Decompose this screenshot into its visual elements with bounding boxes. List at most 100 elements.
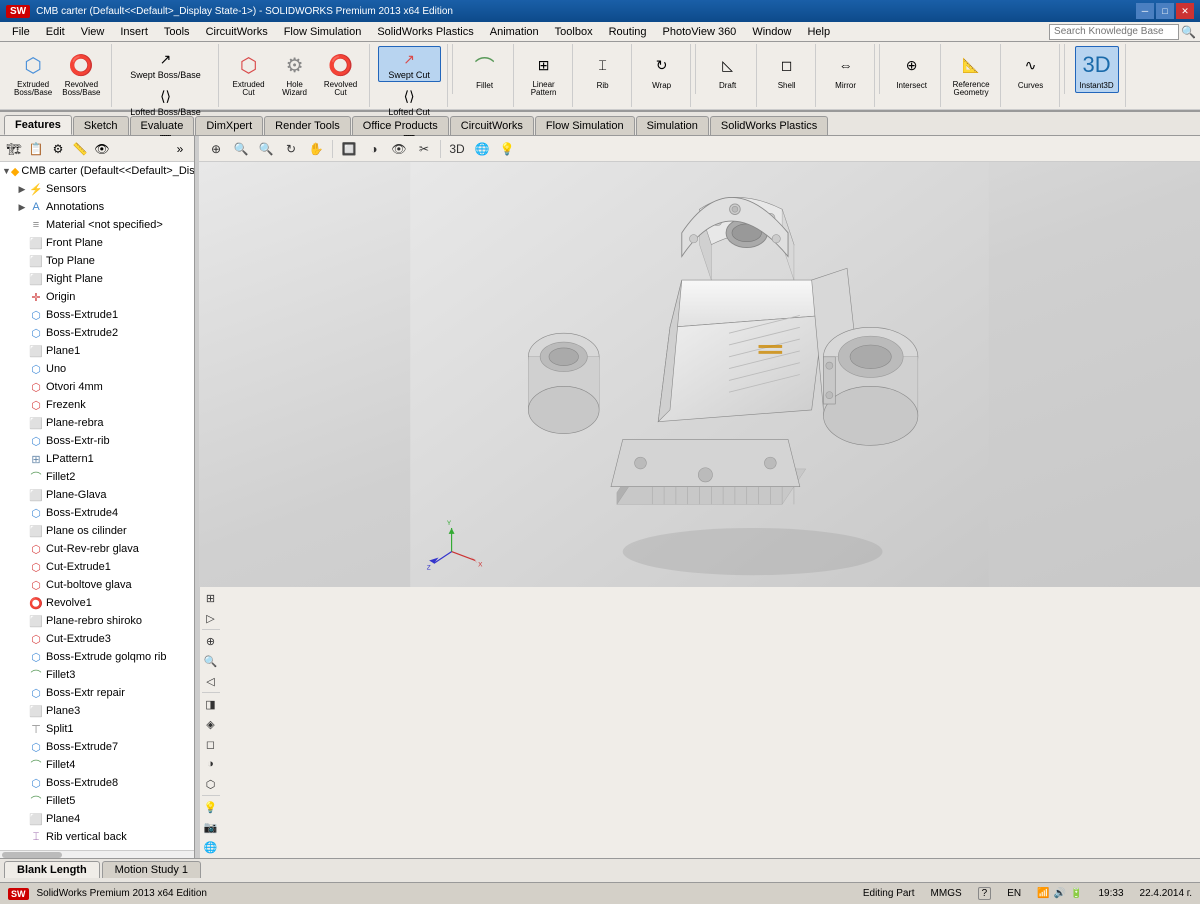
tab-flow-simulation[interactable]: Flow Simulation bbox=[535, 116, 635, 135]
property-manager-icon[interactable]: 📋 bbox=[26, 139, 46, 159]
expand-panel-icon[interactable]: » bbox=[170, 139, 190, 159]
tree-item-top-plane[interactable]: ⬜ Top Plane bbox=[0, 252, 194, 270]
instant3d-button[interactable]: 3D Instant3D bbox=[1075, 46, 1119, 93]
tree-item-plane-rebro-shiroko[interactable]: ⬜ Plane-rebro shiroko bbox=[0, 612, 194, 630]
draft-button[interactable]: ◺ Draft bbox=[706, 46, 750, 93]
prev-view-icon[interactable]: ◁ bbox=[202, 672, 220, 690]
tree-item-cut-extrude1[interactable]: ⬡ Cut-Extrude1 bbox=[0, 558, 194, 576]
minimize-button[interactable]: ─ bbox=[1136, 3, 1154, 19]
menu-toolbox[interactable]: Toolbox bbox=[547, 24, 601, 40]
linear-pattern-button[interactable]: ⊞ LinearPattern bbox=[522, 46, 566, 100]
tree-item-cut-boltove[interactable]: ⬡ Cut-boltove glava bbox=[0, 576, 194, 594]
rt-display1[interactable]: ◨ bbox=[202, 695, 220, 713]
tree-item-sensors[interactable]: ▶ ⚡ Sensors bbox=[0, 180, 194, 198]
wrap-button[interactable]: ↻ Wrap bbox=[640, 46, 684, 93]
tree-item-front-plane[interactable]: ⬜ Front Plane bbox=[0, 234, 194, 252]
display-style-icon[interactable]: ◑ bbox=[363, 139, 385, 159]
rt-display4[interactable]: ◑ bbox=[202, 755, 220, 773]
menu-edit[interactable]: Edit bbox=[38, 24, 73, 40]
tree-item-cut-rev-rebr[interactable]: ⬡ Cut-Rev-rebr glava bbox=[0, 540, 194, 558]
menu-insert[interactable]: Insert bbox=[112, 24, 156, 40]
display-manager-icon[interactable]: 👁 bbox=[92, 139, 112, 159]
section-view-icon[interactable]: ✂ bbox=[413, 139, 435, 159]
tab-circuitworks[interactable]: CircuitWorks bbox=[450, 116, 534, 135]
tree-item-plane3[interactable]: ⬜ Plane3 bbox=[0, 702, 194, 720]
config-manager-icon[interactable]: ⚙ bbox=[48, 139, 68, 159]
tree-item-boss-extrude2[interactable]: ⬡ Boss-Extrude2 bbox=[0, 324, 194, 342]
rt-light-icon[interactable]: 💡 bbox=[202, 798, 220, 816]
revolved-cut-button[interactable]: ⭕ RevolvedCut bbox=[319, 46, 363, 100]
tree-item-plane1[interactable]: ⬜ Plane1 bbox=[0, 342, 194, 360]
close-button[interactable]: ✕ bbox=[1176, 3, 1194, 19]
help-icon[interactable]: ? bbox=[978, 887, 992, 900]
menu-tools[interactable]: Tools bbox=[156, 24, 198, 40]
menu-file[interactable]: File bbox=[4, 24, 38, 40]
tree-item-uno[interactable]: ⬡ Uno bbox=[0, 360, 194, 378]
zoom-area-icon[interactable]: 🔍 bbox=[202, 652, 220, 670]
tree-item-split1[interactable]: ⊤ Split1 bbox=[0, 720, 194, 738]
h-scrollbar-thumb[interactable] bbox=[2, 852, 62, 858]
rt-display2[interactable]: ◈ bbox=[202, 715, 220, 733]
lofted-boss-base-button[interactable]: ⟨⟩ Lofted Boss/Base bbox=[120, 83, 212, 119]
search-icon[interactable]: 🔍 bbox=[1181, 25, 1196, 39]
tab-simulation[interactable]: Simulation bbox=[636, 116, 709, 135]
extruded-cut-button[interactable]: ⬡ ExtrudedCut bbox=[227, 46, 271, 100]
btab-blank-length[interactable]: Blank Length bbox=[4, 861, 100, 878]
tree-item-boss-extrude1[interactable]: ⬡ Boss-Extrude1 bbox=[0, 306, 194, 324]
tree-item-material[interactable]: ≡ Material <not specified> bbox=[0, 216, 194, 234]
tree-item-revolve1[interactable]: ⭕ Revolve1 bbox=[0, 594, 194, 612]
ambient-occlusion-icon[interactable]: 💡 bbox=[496, 139, 518, 159]
btab-motion-study[interactable]: Motion Study 1 bbox=[102, 861, 201, 878]
tree-item-boss-extr-repair[interactable]: ⬡ Boss-Extr repair bbox=[0, 684, 194, 702]
menu-help[interactable]: Help bbox=[799, 24, 838, 40]
tree-item-plane-glava[interactable]: ⬜ Plane-Glava bbox=[0, 486, 194, 504]
tab-sketch[interactable]: Sketch bbox=[73, 116, 129, 135]
tree-item-plane-rebra[interactable]: ⬜ Plane-rebra bbox=[0, 414, 194, 432]
tree-item-fillet4[interactable]: ⌒ Fillet4 bbox=[0, 756, 194, 774]
dim-xpert-icon[interactable]: 📏 bbox=[70, 139, 90, 159]
rib-button[interactable]: ⌶ Rib bbox=[581, 46, 625, 93]
rotate-icon[interactable]: ↻ bbox=[280, 139, 302, 159]
view-expand-icon[interactable]: ⊞ bbox=[202, 589, 220, 607]
rt-cam-icon[interactable]: 📷 bbox=[202, 818, 220, 836]
tree-item-plane-os-cilinder[interactable]: ⬜ Plane os cilinder bbox=[0, 522, 194, 540]
viewport[interactable]: X Y Z bbox=[199, 162, 1200, 587]
mirror-button[interactable]: ⇔ Mirror bbox=[824, 46, 868, 93]
hide-show-icon[interactable]: 👁 bbox=[388, 139, 410, 159]
tab-evaluate[interactable]: Evaluate bbox=[130, 116, 195, 135]
intersect-button[interactable]: ⊕ Intersect bbox=[890, 46, 934, 93]
tab-features[interactable]: Features bbox=[4, 115, 72, 135]
tab-sw-plastics[interactable]: SolidWorks Plastics bbox=[710, 116, 828, 135]
tree-item-rib-vertical-back[interactable]: ⌶ Rib vertical back bbox=[0, 828, 194, 846]
curves-button[interactable]: ∿ Curves bbox=[1009, 46, 1053, 93]
tree-item-lpattern1[interactable]: ⊞ LPattern1 bbox=[0, 450, 194, 468]
revolved-boss-base-button[interactable]: ⭕ RevolvedBoss/Base bbox=[58, 46, 104, 100]
view-orient-icon[interactable]: 🔲 bbox=[338, 139, 360, 159]
swept-cut-button[interactable]: ↗ Swept Cut bbox=[378, 46, 441, 82]
tab-dimxpert[interactable]: DimXpert bbox=[195, 116, 263, 135]
menu-circuitworks[interactable]: CircuitWorks bbox=[198, 24, 276, 40]
tree-item-fillet2[interactable]: ⌒ Fillet2 bbox=[0, 468, 194, 486]
zoom-fit-rt-icon[interactable]: ⊕ bbox=[202, 632, 220, 650]
tab-office-products[interactable]: Office Products bbox=[352, 116, 449, 135]
zoom-fit-icon[interactable]: ⊕ bbox=[205, 139, 227, 159]
maximize-button[interactable]: □ bbox=[1156, 3, 1174, 19]
tree-item-boss-extrude7[interactable]: ⬡ Boss-Extrude7 bbox=[0, 738, 194, 756]
shell-button[interactable]: ◻ Shell bbox=[765, 46, 809, 93]
zoom-in-icon[interactable]: 🔍 bbox=[230, 139, 252, 159]
swept-boss-base-button[interactable]: ↗ Swept Boss/Base bbox=[120, 46, 212, 82]
tree-item-right-plane[interactable]: ⬜ Right Plane bbox=[0, 270, 194, 288]
lofted-cut-button[interactable]: ⟨⟩ Lofted Cut bbox=[378, 83, 441, 119]
menu-sw-plastics[interactable]: SolidWorks Plastics bbox=[369, 24, 481, 40]
tree-item-origin[interactable]: ✛ Origin bbox=[0, 288, 194, 306]
zoom-out-icon[interactable]: 🔍 bbox=[255, 139, 277, 159]
tree-item-cut-extrude3[interactable]: ⬡ Cut-Extrude3 bbox=[0, 630, 194, 648]
tree-item-plane4[interactable]: ⬜ Plane4 bbox=[0, 810, 194, 828]
tab-render-tools[interactable]: Render Tools bbox=[264, 116, 351, 135]
fillet-button[interactable]: ⌒ Fillet bbox=[463, 46, 507, 93]
tree-item-fillet3[interactable]: ⌒ Fillet3 bbox=[0, 666, 194, 684]
pan-icon[interactable]: ✋ bbox=[305, 139, 327, 159]
menu-animation[interactable]: Animation bbox=[482, 24, 547, 40]
tree-item-annotations[interactable]: ▶ A Annotations bbox=[0, 198, 194, 216]
extruded-boss-base-button[interactable]: ⬡ ExtrudedBoss/Base bbox=[10, 46, 56, 100]
